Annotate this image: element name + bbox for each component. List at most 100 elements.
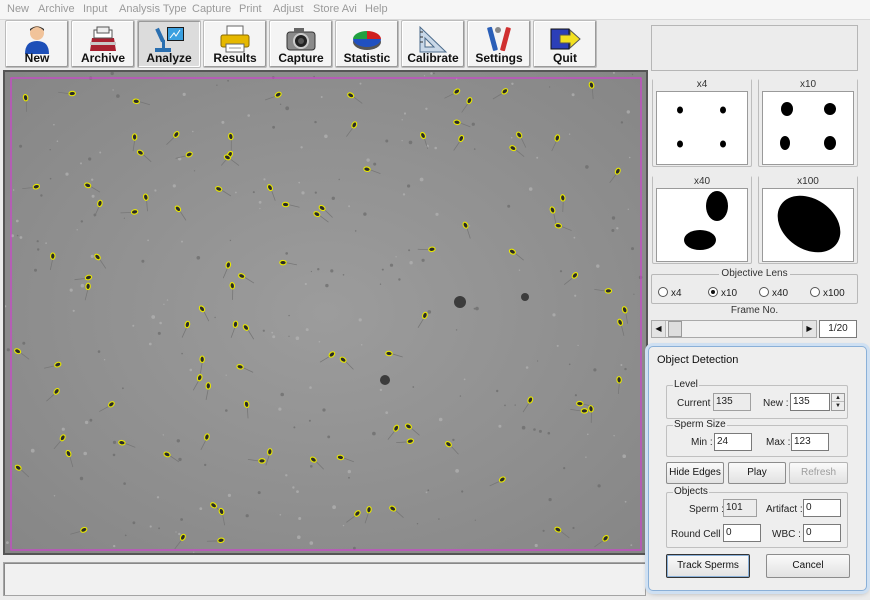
debris-speck (572, 526, 575, 530)
menu-help[interactable]: Help (365, 3, 388, 15)
debris-speck (385, 411, 389, 414)
debris-speck (438, 518, 440, 520)
printer-icon (218, 24, 252, 54)
debris-speck (534, 543, 538, 548)
debris-speck (69, 288, 73, 292)
menu-input[interactable]: Input (83, 3, 107, 15)
debris-speck (332, 505, 336, 510)
debris-speck (366, 158, 370, 162)
debris-speck (309, 386, 312, 389)
radio-x4-indicator (658, 287, 668, 297)
calibrate-button[interactable]: Calibrate (401, 20, 465, 68)
debris-speck (320, 96, 323, 98)
debris-speck (395, 256, 397, 258)
debris-speck (348, 205, 351, 208)
debris-speck (408, 140, 413, 145)
debris-speck (148, 342, 152, 346)
debris-speck (245, 514, 249, 518)
debris-speck (504, 404, 506, 407)
new-button[interactable]: New (5, 20, 69, 68)
quit-button-label: Quit (553, 51, 577, 65)
debris-speck (616, 227, 619, 230)
debris-speck (112, 453, 116, 457)
results-button[interactable]: Results (203, 20, 267, 68)
sperm-count-field: 101 (723, 499, 757, 517)
artifact-count-field: 0 (803, 499, 841, 517)
debris-speck (463, 378, 466, 381)
spin-down-icon[interactable]: ▼ (832, 402, 844, 410)
debris-speck (247, 114, 250, 117)
debris-speck (536, 156, 539, 159)
debris-speck (471, 122, 475, 126)
menu-new[interactable]: New (7, 3, 29, 15)
analyze-button[interactable]: Analyze (137, 20, 201, 68)
debris-speck (496, 389, 499, 393)
cancel-button[interactable]: Cancel (766, 554, 850, 578)
menu-print[interactable]: Print (239, 3, 262, 15)
debris-speck (568, 363, 571, 366)
debris-speck (408, 249, 411, 252)
debris-speck (510, 136, 513, 139)
menu-analysis-type[interactable]: Analysis Type (119, 3, 187, 15)
level-spinner[interactable]: ▲ ▼ (831, 393, 845, 411)
menu-archive[interactable]: Archive (38, 3, 75, 15)
scroll-thumb[interactable] (668, 321, 682, 337)
quit-button[interactable]: Quit (533, 20, 597, 68)
capture-button[interactable]: Capture (269, 20, 333, 68)
lens-preview-x10: x10 (758, 79, 858, 167)
debris-speck (297, 535, 301, 539)
archive-button-label: Archive (80, 51, 126, 65)
archive-button[interactable]: Archive (71, 20, 135, 68)
frame-scrollbar[interactable]: ◀ ▶ (651, 320, 817, 338)
debris-speck (65, 172, 69, 176)
debris-speck (193, 551, 195, 553)
debris-speck (301, 191, 305, 195)
lens-radio-x40[interactable]: x40 (759, 287, 788, 299)
spin-up-icon[interactable]: ▲ (832, 394, 844, 402)
debris-speck (459, 395, 462, 397)
debris-speck (162, 434, 164, 436)
lens-radio-x100[interactable]: x100 (810, 287, 845, 299)
debris-speck (398, 278, 401, 281)
statistic-button[interactable]: Statistic (335, 20, 399, 68)
menu-store-avi[interactable]: Store Avi (313, 3, 357, 15)
debris-speck (353, 546, 356, 550)
menu-adjust[interactable]: Adjust (273, 3, 304, 15)
debris-speck (597, 484, 601, 488)
play-button[interactable]: Play (728, 462, 786, 484)
new-level-input[interactable]: 135 (790, 393, 830, 411)
debris-speck (342, 274, 345, 276)
max-size-input[interactable]: 123 (791, 433, 829, 451)
debris-speck (373, 162, 377, 166)
lens-preview-x10-label: x10 (759, 79, 857, 91)
objective-lens-title: Objective Lens (719, 268, 790, 279)
hide-edges-button[interactable]: Hide Edges (666, 462, 724, 484)
debris-speck (577, 344, 579, 347)
track-sperms-button[interactable]: Track Sperms (666, 554, 750, 578)
lens-radio-x4[interactable]: x4 (658, 287, 682, 299)
scroll-left-icon[interactable]: ◀ (652, 321, 666, 337)
debris-speck (214, 316, 216, 319)
refresh-button[interactable]: Refresh (789, 462, 848, 484)
menu-capture[interactable]: Capture (192, 3, 231, 15)
debris-speck (189, 368, 193, 372)
lens-preview-x4-label: x4 (653, 79, 751, 91)
debris-speck (288, 335, 290, 337)
debris-speck (166, 299, 169, 301)
round-debris (454, 296, 466, 308)
debris-speck (56, 140, 59, 142)
lens-preview-x100: x100 (758, 176, 858, 264)
exit-icon (548, 24, 582, 54)
microscope-image-view[interactable] (3, 70, 648, 555)
toolbar: New Archive Analyze Results Capture Stat… (0, 20, 650, 70)
lens-radio-x10-label: x10 (721, 288, 738, 299)
debris-speck (556, 344, 559, 347)
lens-radio-x10[interactable]: x10 (708, 287, 737, 299)
debris-speck (193, 170, 196, 172)
min-size-input[interactable]: 24 (714, 433, 752, 451)
debris-speck (89, 418, 93, 422)
settings-button-label: Settings (475, 51, 523, 65)
settings-button[interactable]: Settings (467, 20, 531, 68)
scroll-right-icon[interactable]: ▶ (802, 321, 816, 337)
debris-speck (227, 493, 231, 497)
